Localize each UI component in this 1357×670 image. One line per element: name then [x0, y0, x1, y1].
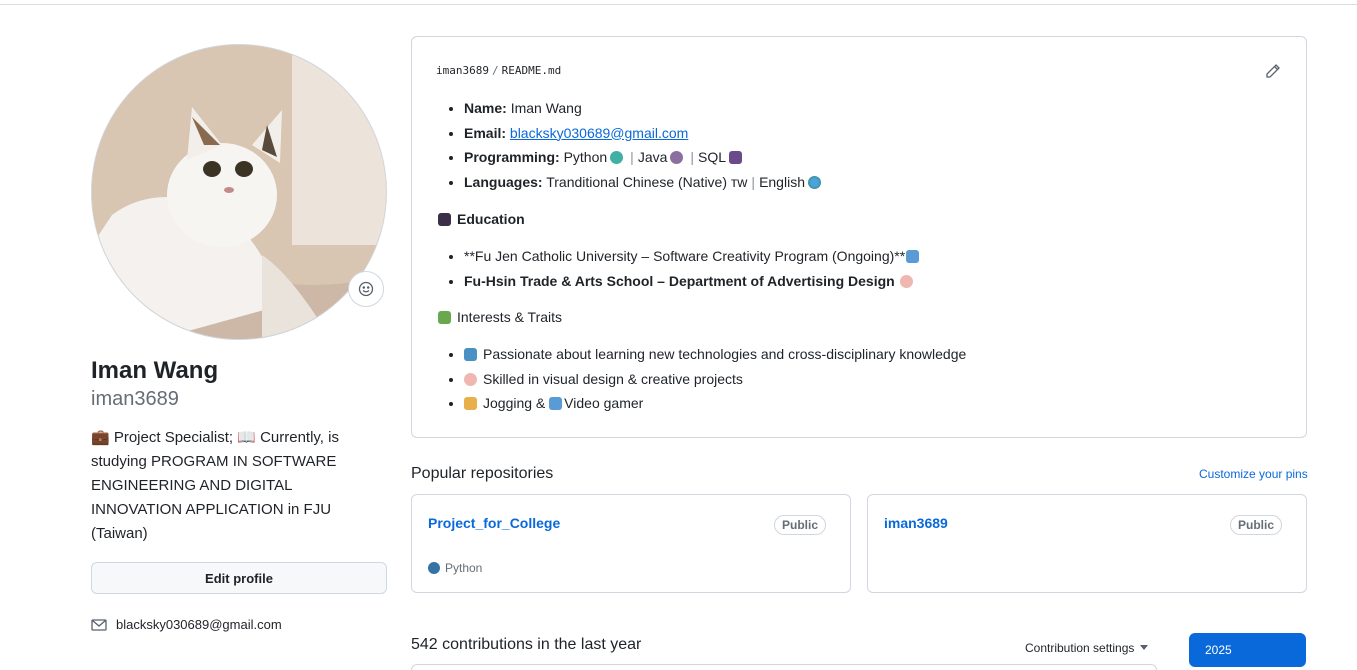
palette-icon [464, 372, 477, 386]
computer-icon [549, 397, 563, 410]
readme-card: iman3689/README.md Name: Iman Wang Email… [411, 36, 1307, 438]
profile-full-name: Iman Wang [91, 357, 219, 384]
customize-pins-link[interactable]: Customize your pins [1199, 467, 1308, 481]
readme-email-link[interactable]: blacksky030689@gmail.com [510, 125, 688, 141]
profile-username: iman3689 [91, 388, 179, 410]
contributions-summary: 542 contributions in the last year [411, 636, 642, 653]
database-icon [729, 151, 743, 164]
mail-icon [91, 618, 107, 631]
header-divider [0, 4, 1357, 5]
profile-email[interactable]: blacksky030689@gmail.com [116, 617, 282, 632]
list-item: Jogging & Video gamer [464, 391, 966, 416]
list-item: Languages: Tranditional Chinese (Native)… [464, 170, 824, 195]
globe-icon [807, 175, 821, 189]
coffee-icon [670, 151, 684, 164]
visibility-badge: Public [773, 515, 826, 535]
pencil-icon [1266, 64, 1280, 78]
runner-icon [464, 397, 477, 410]
contribution-graph-container [411, 664, 1157, 670]
seedling-icon [438, 310, 451, 324]
list-item: Skilled in visual design & creative proj… [464, 367, 966, 392]
graduation-cap-icon [438, 212, 451, 226]
avatar-container [91, 44, 387, 340]
interests-list: Passionate about learning new technologi… [464, 342, 966, 416]
list-item: Fu-Hsin Trade & Arts School – Department… [464, 269, 922, 294]
list-item: **Fu Jen Catholic University – Software … [464, 244, 922, 269]
repo-card: Project_for_College Public Python [411, 494, 851, 593]
education-heading: Education [438, 211, 525, 227]
edit-readme-button[interactable] [1265, 63, 1281, 84]
profile-bio: 💼 Project Specialist; 📖 Currently, is st… [91, 429, 339, 542]
repo-language: Python [428, 561, 482, 575]
year-selector-2025[interactable]: 2025 [1189, 633, 1306, 667]
set-status-button[interactable] [348, 271, 384, 307]
python-logo-icon [610, 151, 624, 164]
avatar[interactable] [91, 44, 387, 340]
divider: | [690, 149, 695, 165]
books-icon [464, 348, 477, 361]
popular-repos-title: Popular repositories [411, 465, 554, 482]
list-item: Email: blacksky030689@gmail.com [464, 121, 824, 146]
edit-profile-button[interactable]: Edit profile [91, 562, 387, 594]
list-item: Programming: Python|Java|SQL [464, 145, 824, 170]
readme-info-list: Name: Iman Wang Email: blacksky030689@gm… [464, 96, 824, 194]
path-separator: / [491, 64, 499, 77]
list-item: Passionate about learning new technologi… [464, 342, 966, 367]
divider: | [751, 173, 756, 190]
profile-email-row[interactable]: blacksky030689@gmail.com [91, 617, 282, 632]
smiley-icon [358, 281, 374, 297]
language-color-dot [428, 562, 440, 574]
interests-heading: Interests & Traits [438, 309, 562, 325]
readme-path: iman3689/README.md [436, 64, 561, 77]
education-list: **Fu Jen Catholic University – Software … [464, 244, 922, 293]
divider: | [630, 149, 634, 165]
readme-file[interactable]: README.md [502, 64, 562, 77]
computer-icon [906, 250, 920, 263]
visibility-badge: Public [1229, 515, 1282, 535]
caret-down-icon [1140, 645, 1149, 650]
repo-name-link[interactable]: Project_for_College [428, 515, 560, 531]
readme-owner[interactable]: iman3689 [436, 64, 489, 77]
contribution-settings-dropdown[interactable]: Contribution settings [1025, 641, 1149, 655]
palette-icon [899, 274, 913, 288]
repo-name-link[interactable]: iman3689 [884, 515, 948, 531]
repo-card: iman3689 Public [867, 494, 1307, 593]
list-item: Name: Iman Wang [464, 96, 824, 121]
